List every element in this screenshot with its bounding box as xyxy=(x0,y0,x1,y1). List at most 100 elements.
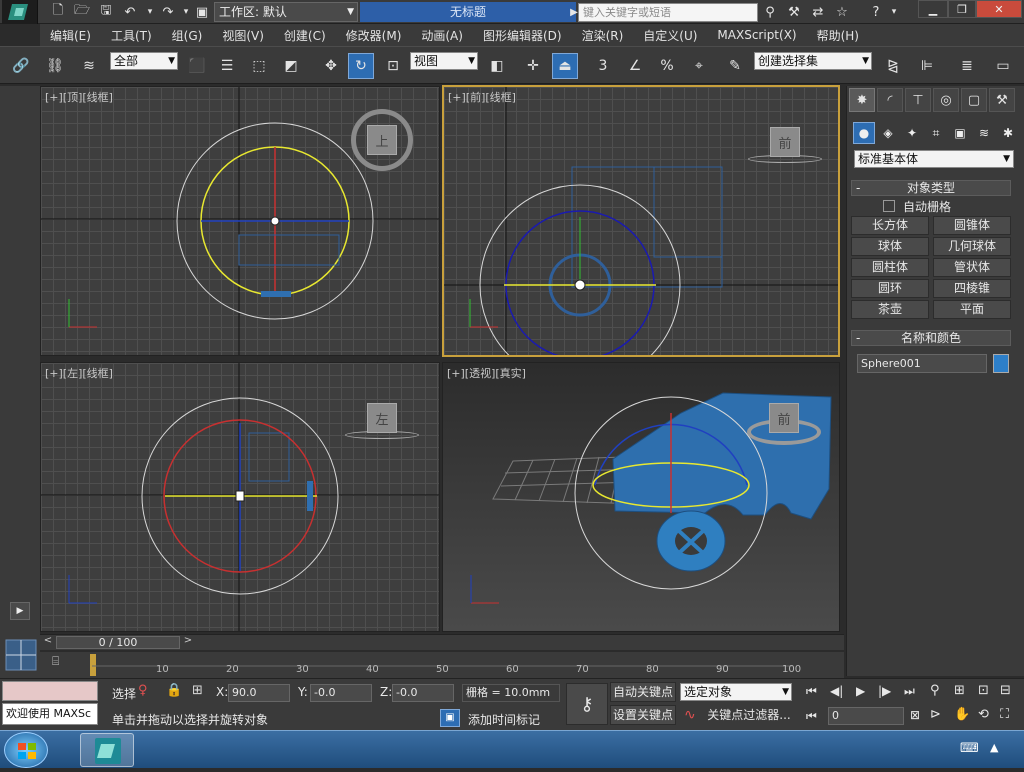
viewcube[interactable]: 前 xyxy=(769,403,799,433)
teapot-button[interactable]: 茶壶 xyxy=(851,300,929,319)
menu-maxscript[interactable]: MAXScript(X) xyxy=(707,28,806,42)
link-icon[interactable]: 🔗 xyxy=(8,53,34,79)
goto-start-icon[interactable]: ⏮ xyxy=(806,684,817,699)
pyramid-button[interactable]: 四棱锥 xyxy=(933,279,1011,298)
display-tab-icon[interactable]: ▢ xyxy=(961,88,987,112)
slider-prev-icon[interactable]: < xyxy=(40,635,56,650)
spinner-snap-icon[interactable]: ⌖ xyxy=(686,53,712,79)
rollout-object-type[interactable]: - 对象类型 xyxy=(851,180,1011,196)
rollout-name-color[interactable]: - 名称和颜色 xyxy=(851,330,1011,346)
project-folder-icon[interactable]: ▣ xyxy=(192,2,212,22)
undo-dropdown-icon[interactable]: ▾ xyxy=(140,2,160,22)
spacewarps-icon[interactable]: ≋ xyxy=(973,122,995,144)
key-mode-dropdown[interactable]: 选定对象 ▼ xyxy=(680,683,792,701)
window-crossing-icon[interactable]: ◩ xyxy=(278,53,304,79)
isolate-icon[interactable]: ♀ xyxy=(138,683,148,698)
maximize-viewport-icon[interactable]: ⛶ xyxy=(1000,707,1009,722)
tools-icon[interactable]: ⚒ xyxy=(784,2,804,22)
workspace-dropdown[interactable]: 工作区: 默认 ▼ xyxy=(214,2,358,22)
systems-icon[interactable]: ✱ xyxy=(997,122,1019,144)
absolute-mode-icon[interactable]: ⊞ xyxy=(192,683,203,698)
play-icon[interactable]: ▶ xyxy=(856,684,865,698)
object-name-field[interactable]: Sphere001 xyxy=(857,354,987,373)
menu-rendering[interactable]: 渲染(R) xyxy=(572,27,634,44)
align-icon[interactable]: ⊫ xyxy=(914,53,940,79)
key-icon[interactable]: ⚷ xyxy=(566,683,608,725)
set-key-button[interactable]: 设置关键点 xyxy=(610,705,676,725)
slider-next-icon[interactable]: > xyxy=(180,635,196,650)
tray-arrow-icon[interactable]: ▲ xyxy=(990,741,998,754)
viewport-top[interactable]: 上 [+][顶][线框] xyxy=(40,86,440,356)
zoom-all-icon[interactable]: ⊞ xyxy=(954,683,965,698)
viewport-front[interactable]: 前 [+][前][线框] xyxy=(442,85,840,357)
key-filters-button[interactable]: 关键点过滤器... xyxy=(702,705,796,725)
maximize-button[interactable]: ❐ xyxy=(948,0,976,18)
goto-end-icon[interactable]: ⏭ xyxy=(904,684,915,699)
layer-manager-icon[interactable]: ≣ xyxy=(954,53,980,79)
x-field[interactable]: 90.0 xyxy=(228,684,290,702)
add-time-tag-icon[interactable]: ▣ xyxy=(440,709,460,727)
percent-snap-icon[interactable]: % xyxy=(654,53,680,79)
box-button[interactable]: 长方体 xyxy=(851,216,929,235)
sphere-button[interactable]: 球体 xyxy=(851,237,929,256)
prev-frame-icon[interactable]: ◀| xyxy=(830,684,843,698)
z-field[interactable]: -0.0 xyxy=(392,684,454,702)
torus-button[interactable]: 圆环 xyxy=(851,279,929,298)
pivot-center-icon[interactable]: ◧ xyxy=(484,53,510,79)
manipulate-icon[interactable]: ✛ xyxy=(520,53,546,79)
exchange-icon[interactable]: ⇄ xyxy=(808,2,828,22)
search-input[interactable]: 键入关键字或短语 xyxy=(578,3,758,22)
helpers-icon[interactable]: ▣ xyxy=(949,122,971,144)
redo-icon[interactable]: ↷ xyxy=(158,2,178,22)
object-color-swatch[interactable] xyxy=(993,354,1009,373)
menu-help[interactable]: 帮助(H) xyxy=(807,27,869,44)
shapes-icon[interactable]: ◈ xyxy=(877,122,899,144)
menu-modifiers[interactable]: 修改器(M) xyxy=(336,27,412,44)
viewcube[interactable]: 上 xyxy=(367,125,397,155)
new-file-icon[interactable]: 🗋 xyxy=(48,2,68,22)
start-button[interactable] xyxy=(4,732,48,768)
taskbar-3dsmax[interactable] xyxy=(80,733,134,767)
keyboard-shortcut-override-icon[interactable]: ⏏ xyxy=(552,53,578,79)
hierarchy-tab-icon[interactable]: ⊤ xyxy=(905,88,931,112)
geosphere-button[interactable]: 几何球体 xyxy=(933,237,1011,256)
keyboard-tray-icon[interactable]: ⌨ xyxy=(960,741,979,756)
help-dropdown-icon[interactable]: ▾ xyxy=(884,2,904,22)
zoom-icon[interactable]: ⚲ xyxy=(930,683,940,698)
snap-toggle-icon[interactable]: 3 xyxy=(590,53,616,79)
save-file-icon[interactable]: 🖫 xyxy=(96,2,116,22)
bind-spacewarp-icon[interactable]: ≋ xyxy=(76,53,102,79)
menu-graph-editors[interactable]: 图形编辑器(D) xyxy=(473,27,572,44)
cone-button[interactable]: 圆锥体 xyxy=(933,216,1011,235)
key-filter-curve-icon[interactable]: ∿ xyxy=(684,707,696,723)
menu-edit[interactable]: 编辑(E) xyxy=(40,27,101,44)
lock-icon[interactable]: 🔒 xyxy=(166,683,182,698)
viewport-left[interactable]: 左 [+][左][线框] xyxy=(40,362,440,632)
open-file-icon[interactable]: 🗁 xyxy=(72,2,92,22)
modify-tab-icon[interactable]: ◜ xyxy=(877,88,903,112)
viewport-label-top[interactable]: [+][顶][线框] xyxy=(45,89,113,105)
create-tab-icon[interactable]: ✸ xyxy=(849,88,875,112)
mirror-icon[interactable]: ⧎ xyxy=(880,53,906,79)
lights-icon[interactable]: ✦ xyxy=(901,122,923,144)
geometry-icon[interactable]: ● xyxy=(853,122,875,144)
close-button[interactable]: ✕ xyxy=(976,0,1022,18)
rect-selection-icon[interactable]: ⬚ xyxy=(246,53,272,79)
y-field[interactable]: -0.0 xyxy=(310,684,372,702)
viewport-perspective[interactable]: 前 [+][透视][真实] xyxy=(442,362,840,632)
utilities-tab-icon[interactable]: ⚒ xyxy=(989,88,1015,112)
menu-create[interactable]: 创建(C) xyxy=(274,27,336,44)
menu-tools[interactable]: 工具(T) xyxy=(101,27,162,44)
star-icon[interactable]: ☆ xyxy=(832,2,852,22)
current-frame-field[interactable]: 0 xyxy=(828,707,904,725)
time-config-icon[interactable]: ⊠ xyxy=(910,708,920,722)
viewport-layout-button[interactable] xyxy=(0,634,40,678)
timeline-track[interactable]: ⌸ 10 20 30 40 50 60 70 80 90 100 xyxy=(40,652,844,678)
select-object-icon[interactable]: ⬛ xyxy=(184,53,210,79)
maxscript-listener[interactable]: 欢迎使用 MAXSc xyxy=(2,703,98,725)
scale-icon[interactable]: ⊡ xyxy=(380,53,406,79)
binoculars-icon[interactable]: ⚲ xyxy=(760,2,780,22)
minimize-button[interactable]: ▁ xyxy=(918,0,948,18)
tube-button[interactable]: 管状体 xyxy=(933,258,1011,277)
help-icon[interactable]: ? xyxy=(866,2,886,22)
